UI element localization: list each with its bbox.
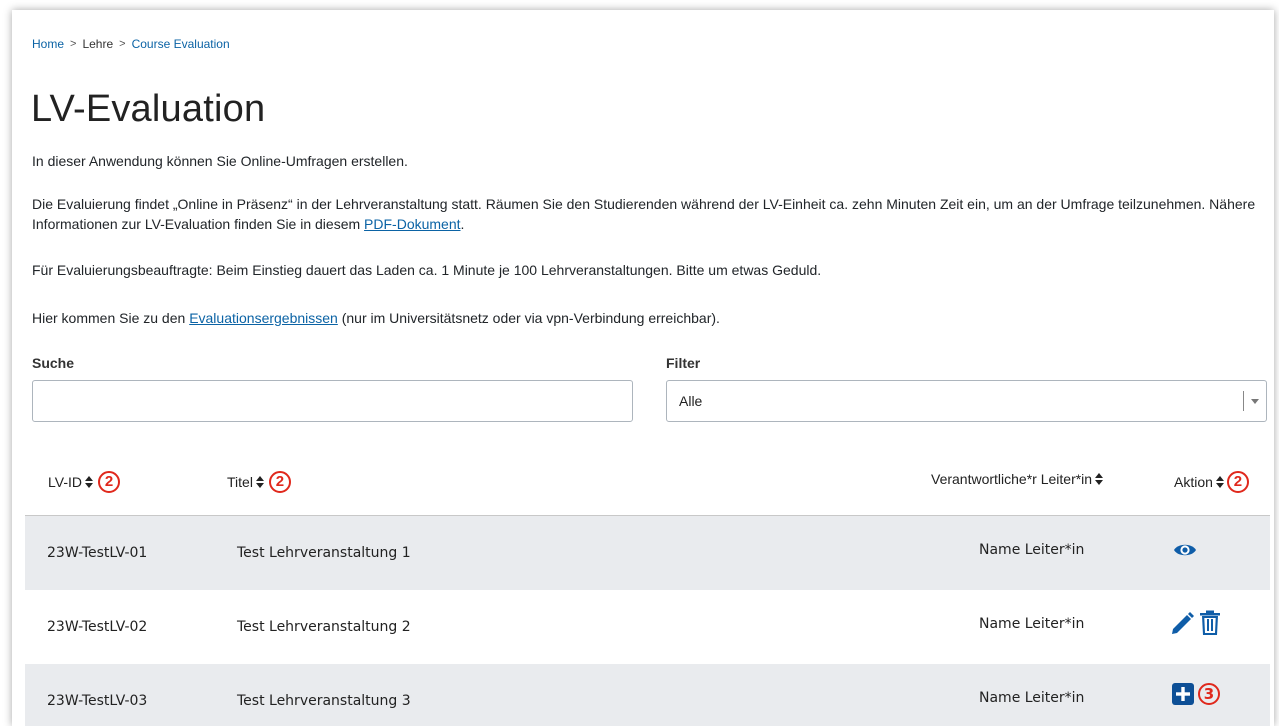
- annotation-marker: 2: [268, 471, 291, 493]
- table-row: 23W-TestLV-02 Test Lehrveranstaltung 2 N…: [25, 590, 1270, 664]
- results-text-end: (nur im Universitätsnetz oder via vpn-Ve…: [337, 310, 720, 326]
- breadcrumb-separator: >: [119, 38, 126, 50]
- breadcrumb-separator: >: [70, 38, 77, 50]
- column-header-id[interactable]: LV-ID 2: [48, 471, 120, 493]
- annotation-marker: 2: [1226, 471, 1249, 493]
- filter-selected-value: Alle: [679, 393, 703, 409]
- table-row: 23W-TestLV-03 Test Lehrveranstaltung 3 N…: [25, 664, 1270, 726]
- loading-note: Für Evaluierungsbeauftragte: Beim Einsti…: [32, 262, 822, 278]
- column-header-title-label: Titel: [227, 474, 253, 490]
- intro-text: In dieser Anwendung können Sie Online-Um…: [32, 153, 408, 169]
- row-actions: 3: [1172, 683, 1220, 705]
- sort-icon[interactable]: [84, 476, 93, 488]
- row-lv-id: 23W-TestLV-01: [47, 545, 148, 561]
- row-lv-id: 23W-TestLV-02: [47, 619, 148, 635]
- pdf-document-link[interactable]: PDF-Dokument: [364, 216, 460, 232]
- filter-label: Filter: [666, 355, 701, 371]
- breadcrumb-home[interactable]: Home: [32, 37, 64, 51]
- row-title: Test Lehrveranstaltung 3: [237, 693, 411, 709]
- row-leader: Name Leiter*in: [979, 690, 1085, 706]
- evaluation-results-link[interactable]: Evaluationsergebnissen: [189, 310, 338, 326]
- sort-icon[interactable]: [1215, 476, 1224, 488]
- select-divider: [1243, 391, 1244, 411]
- breadcrumb-current[interactable]: Course Evaluation: [132, 37, 230, 51]
- column-header-id-label: LV-ID: [48, 474, 82, 490]
- table-row: 23W-TestLV-01 Test Lehrveranstaltung 1 N…: [25, 516, 1270, 590]
- annotation-marker: 3: [1198, 683, 1220, 705]
- page-title: LV-Evaluation: [31, 88, 266, 130]
- breadcrumb: Home > Lehre > Course Evaluation: [32, 37, 230, 51]
- row-leader: Name Leiter*in: [979, 542, 1085, 558]
- results-text: Hier kommen Sie zu den: [32, 310, 190, 326]
- row-leader: Name Leiter*in: [979, 616, 1085, 632]
- results-paragraph: Hier kommen Sie zu den Evaluationsergebn…: [32, 308, 1267, 328]
- row-title: Test Lehrveranstaltung 2: [237, 619, 411, 635]
- column-header-action-label: Aktion: [1174, 474, 1213, 490]
- row-actions: [1173, 541, 1197, 559]
- column-header-action[interactable]: Aktion 2: [1174, 471, 1249, 493]
- column-header-leader-label: Verantwortliche*r Leiter*in: [931, 471, 1093, 487]
- column-header-leader[interactable]: Verantwortliche*r Leiter*in: [931, 471, 1104, 487]
- sort-icon[interactable]: [255, 476, 264, 488]
- chevron-down-icon[interactable]: [1251, 399, 1259, 404]
- info-text-end: .: [460, 216, 465, 232]
- search-input[interactable]: [32, 380, 633, 422]
- breadcrumb-lehre: Lehre: [82, 37, 114, 51]
- row-lv-id: 23W-TestLV-03: [47, 693, 148, 709]
- eye-icon[interactable]: [1173, 541, 1197, 559]
- column-header-title[interactable]: Titel 2: [227, 471, 291, 493]
- search-label: Suche: [32, 355, 75, 371]
- page-frame: Home > Lehre > Course Evaluation LV-Eval…: [12, 10, 1274, 726]
- plus-square-icon[interactable]: [1172, 683, 1194, 705]
- info-paragraph: Die Evaluierung findet „Online in Präsen…: [32, 194, 1267, 234]
- row-title: Test Lehrveranstaltung 1: [237, 545, 411, 561]
- annotation-marker: 2: [97, 471, 120, 493]
- sort-icon[interactable]: [1095, 473, 1104, 485]
- row-actions: [1170, 610, 1221, 636]
- pencil-icon[interactable]: [1170, 610, 1194, 636]
- trash-icon[interactable]: [1199, 610, 1221, 636]
- info-text: Die Evaluierung findet „Online in Präsen…: [32, 196, 1256, 232]
- filter-select[interactable]: Alle: [666, 380, 1267, 422]
